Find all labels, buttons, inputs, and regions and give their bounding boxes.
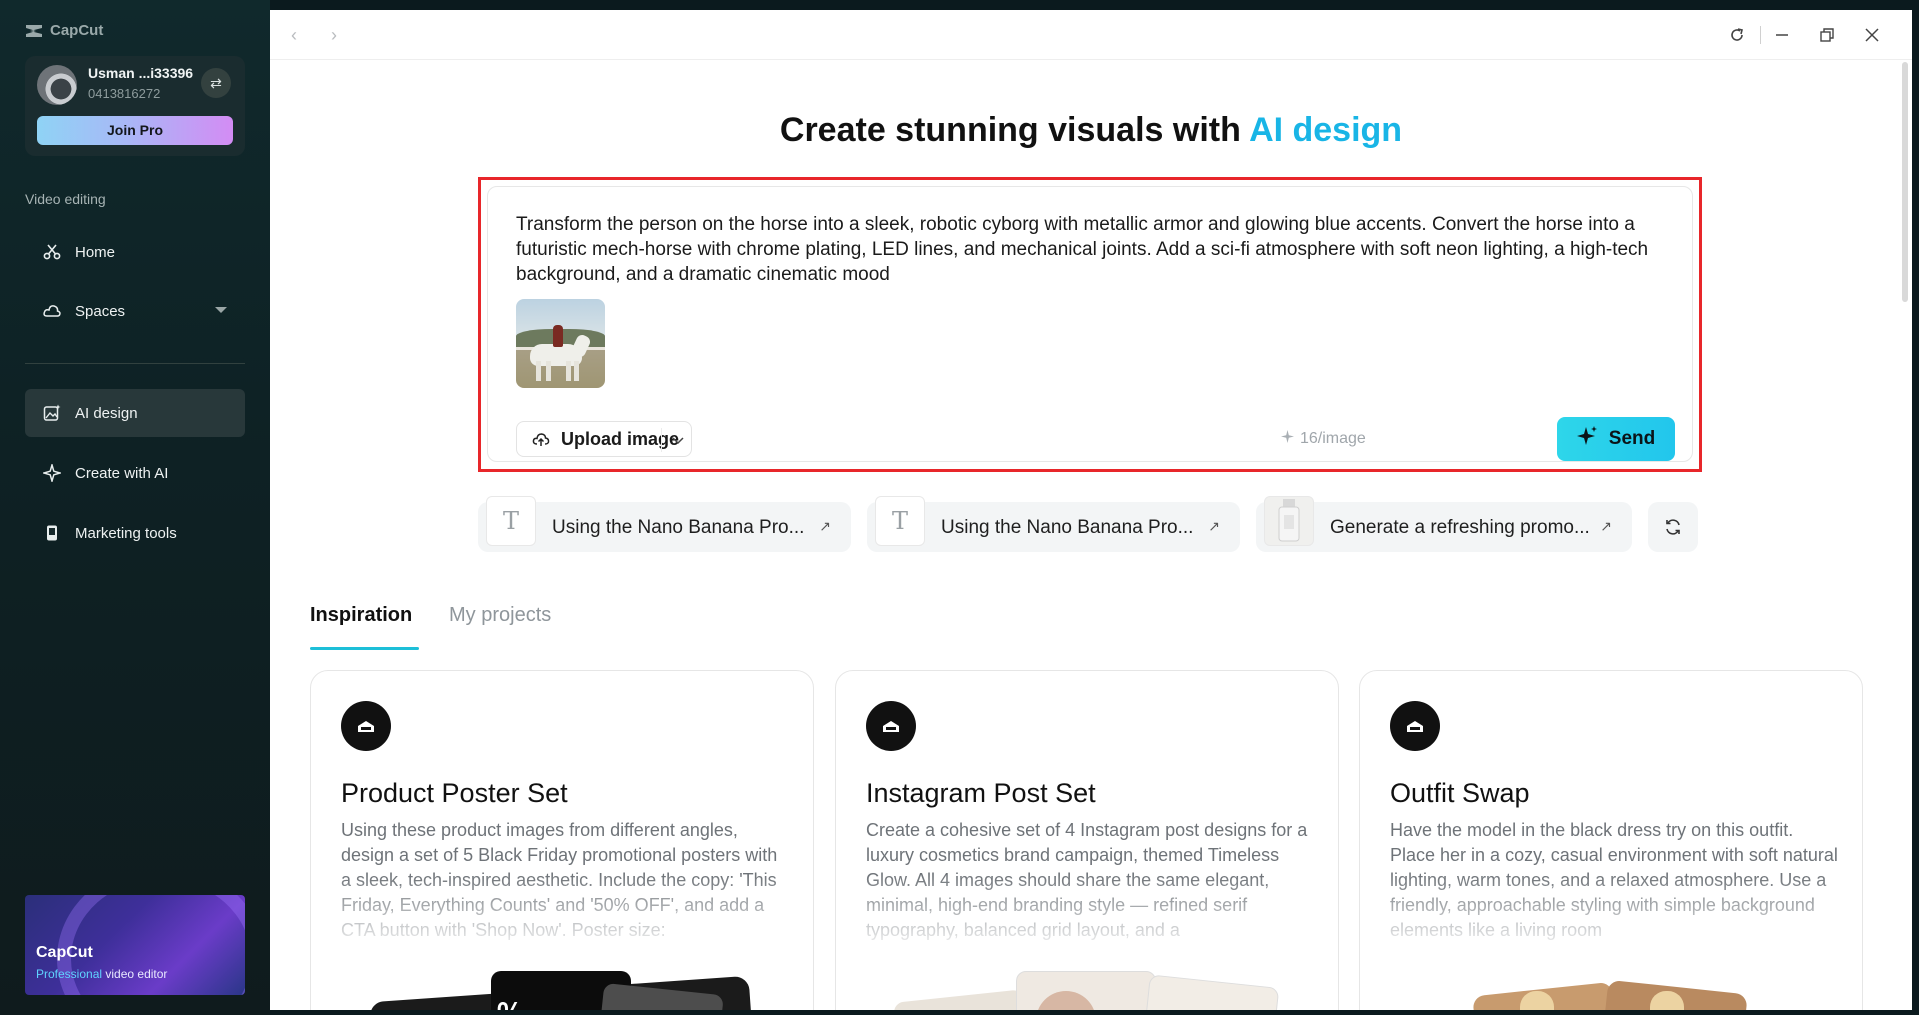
card-preview-image xyxy=(1360,951,1862,1010)
phone-icon xyxy=(43,524,61,542)
sidebar: CapCut Usman ...i33396 0413816272 ⇄ Join… xyxy=(0,0,270,1015)
card-preview-image: ％ xyxy=(311,951,813,1010)
sparkle-icon xyxy=(43,464,61,482)
user-card: Usman ...i33396 0413816272 ⇄ Join Pro xyxy=(25,56,245,156)
switch-account-button[interactable]: ⇄ xyxy=(201,68,231,98)
window-topbar: ‹ › xyxy=(270,10,1912,60)
suggestion-chip[interactable]: Generate a refreshing promo... ↗ xyxy=(1256,496,1632,552)
sparkle-icon xyxy=(1576,425,1599,453)
inspiration-card-instagram-post-set[interactable]: Instagram Post Set Create a cohesive set… xyxy=(835,670,1339,1010)
user-id: 0413816272 xyxy=(88,86,161,101)
sparkle-icon xyxy=(1281,430,1294,448)
close-icon xyxy=(1865,28,1879,42)
promo-banner[interactable]: CapCut Professional video editor xyxy=(25,895,245,995)
suggestion-chip[interactable]: T Using the Nano Banana Pro... ↗ xyxy=(478,496,851,552)
sidebar-item-label: Spaces xyxy=(75,302,126,320)
refresh-icon xyxy=(1666,519,1680,535)
capcut-logo: CapCut xyxy=(24,22,103,39)
text-icon: T xyxy=(486,496,536,546)
promo-subtitle: Professional video editor xyxy=(36,967,168,981)
sidebar-item-label: Create with AI xyxy=(75,464,169,482)
card-title: Instagram Post Set xyxy=(866,778,1096,808)
uploaded-image-thumbnail[interactable] xyxy=(516,299,605,388)
sidebar-item-label: Home xyxy=(75,243,116,261)
minimize-icon xyxy=(1776,34,1788,36)
sidebar-item-label: AI design xyxy=(75,404,138,422)
section-label-video-editing: Video editing xyxy=(25,191,106,207)
reload-icon xyxy=(1731,28,1743,41)
reload-button[interactable] xyxy=(1725,23,1749,47)
active-tab-indicator xyxy=(310,647,419,650)
page-title: Create stunning visuals with AI design xyxy=(779,111,1403,149)
prompt-composer: Transform the person on the horse into a… xyxy=(487,186,1693,462)
card-description: Have the model in the black dress try on… xyxy=(1390,820,1838,940)
avatar[interactable] xyxy=(37,65,77,105)
magic-eraser-icon xyxy=(1390,701,1440,751)
app-name: CapCut xyxy=(50,22,104,39)
arrow-up-right-icon: ↗ xyxy=(819,518,831,534)
refresh-suggestions-button[interactable] xyxy=(1648,502,1698,552)
back-button[interactable]: ‹ xyxy=(282,23,306,47)
sidebar-item-marketing-tools[interactable]: Marketing tools xyxy=(25,509,245,557)
arrow-up-right-icon: ↗ xyxy=(1208,518,1220,534)
restore-button[interactable] xyxy=(1815,23,1839,47)
upload-image-button[interactable]: Upload image xyxy=(516,421,692,457)
suggestion-chip[interactable]: T Using the Nano Banana Pro... ↗ xyxy=(867,496,1240,552)
capcut-logo-icon xyxy=(26,24,42,37)
magic-eraser-icon xyxy=(866,701,916,751)
main-panel: ‹ › Create stunning visuals with AI desi… xyxy=(270,10,1912,1010)
chevron-down-icon[interactable] xyxy=(671,433,685,452)
chevron-down-icon[interactable] xyxy=(215,307,227,313)
cloud-icon xyxy=(43,302,61,320)
inspiration-card-outfit-swap[interactable]: Outfit Swap Have the model in the black … xyxy=(1359,670,1863,1010)
card-description: Using these product images from differen… xyxy=(341,820,778,940)
product-thumbnail-icon xyxy=(1264,496,1314,546)
scissors-icon xyxy=(43,243,61,261)
magic-eraser-icon xyxy=(341,701,391,751)
user-name: Usman ...i33396 xyxy=(88,65,194,81)
forward-button[interactable]: › xyxy=(322,23,346,47)
sidebar-item-home[interactable]: Home xyxy=(25,228,245,276)
card-preview-image xyxy=(836,951,1338,1010)
tab-inspiration[interactable]: Inspiration xyxy=(310,604,412,627)
chevron-left-icon: ‹ xyxy=(291,24,297,45)
card-description: Create a cohesive set of 4 Instagram pos… xyxy=(866,820,1308,940)
card-title: Product Poster Set xyxy=(341,778,568,808)
restore-icon xyxy=(1820,28,1834,42)
prompt-input[interactable]: Transform the person on the horse into a… xyxy=(516,212,1666,287)
sidebar-item-label: Marketing tools xyxy=(75,524,177,542)
join-pro-button[interactable]: Join Pro xyxy=(37,116,233,145)
sidebar-item-create-with-ai[interactable]: Create with AI xyxy=(25,449,245,497)
sidebar-item-spaces[interactable]: Spaces xyxy=(25,287,245,335)
prompt-highlight-box: Transform the person on the horse into a… xyxy=(478,177,1702,472)
cloud-upload-icon xyxy=(531,431,551,447)
send-button[interactable]: Send xyxy=(1557,417,1675,461)
credit-cost: 16/image xyxy=(1281,430,1366,448)
sidebar-item-ai-design[interactable]: AI design xyxy=(25,389,245,437)
sidebar-divider xyxy=(25,363,245,364)
image-sparkle-icon xyxy=(43,404,61,422)
promo-title: CapCut xyxy=(36,944,93,961)
scrollbar[interactable] xyxy=(1902,62,1908,302)
inspiration-card-product-poster-set[interactable]: Product Poster Set Using these product i… xyxy=(310,670,814,1010)
card-title: Outfit Swap xyxy=(1390,778,1530,808)
chevron-right-icon: › xyxy=(331,24,337,45)
minimize-button[interactable] xyxy=(1770,23,1794,47)
tab-my-projects[interactable]: My projects xyxy=(449,604,551,627)
topbar-separator xyxy=(1760,26,1761,44)
text-icon: T xyxy=(875,496,925,546)
close-button[interactable] xyxy=(1860,23,1884,47)
arrow-up-right-icon: ↗ xyxy=(1600,518,1612,534)
swap-icon: ⇄ xyxy=(210,74,222,91)
